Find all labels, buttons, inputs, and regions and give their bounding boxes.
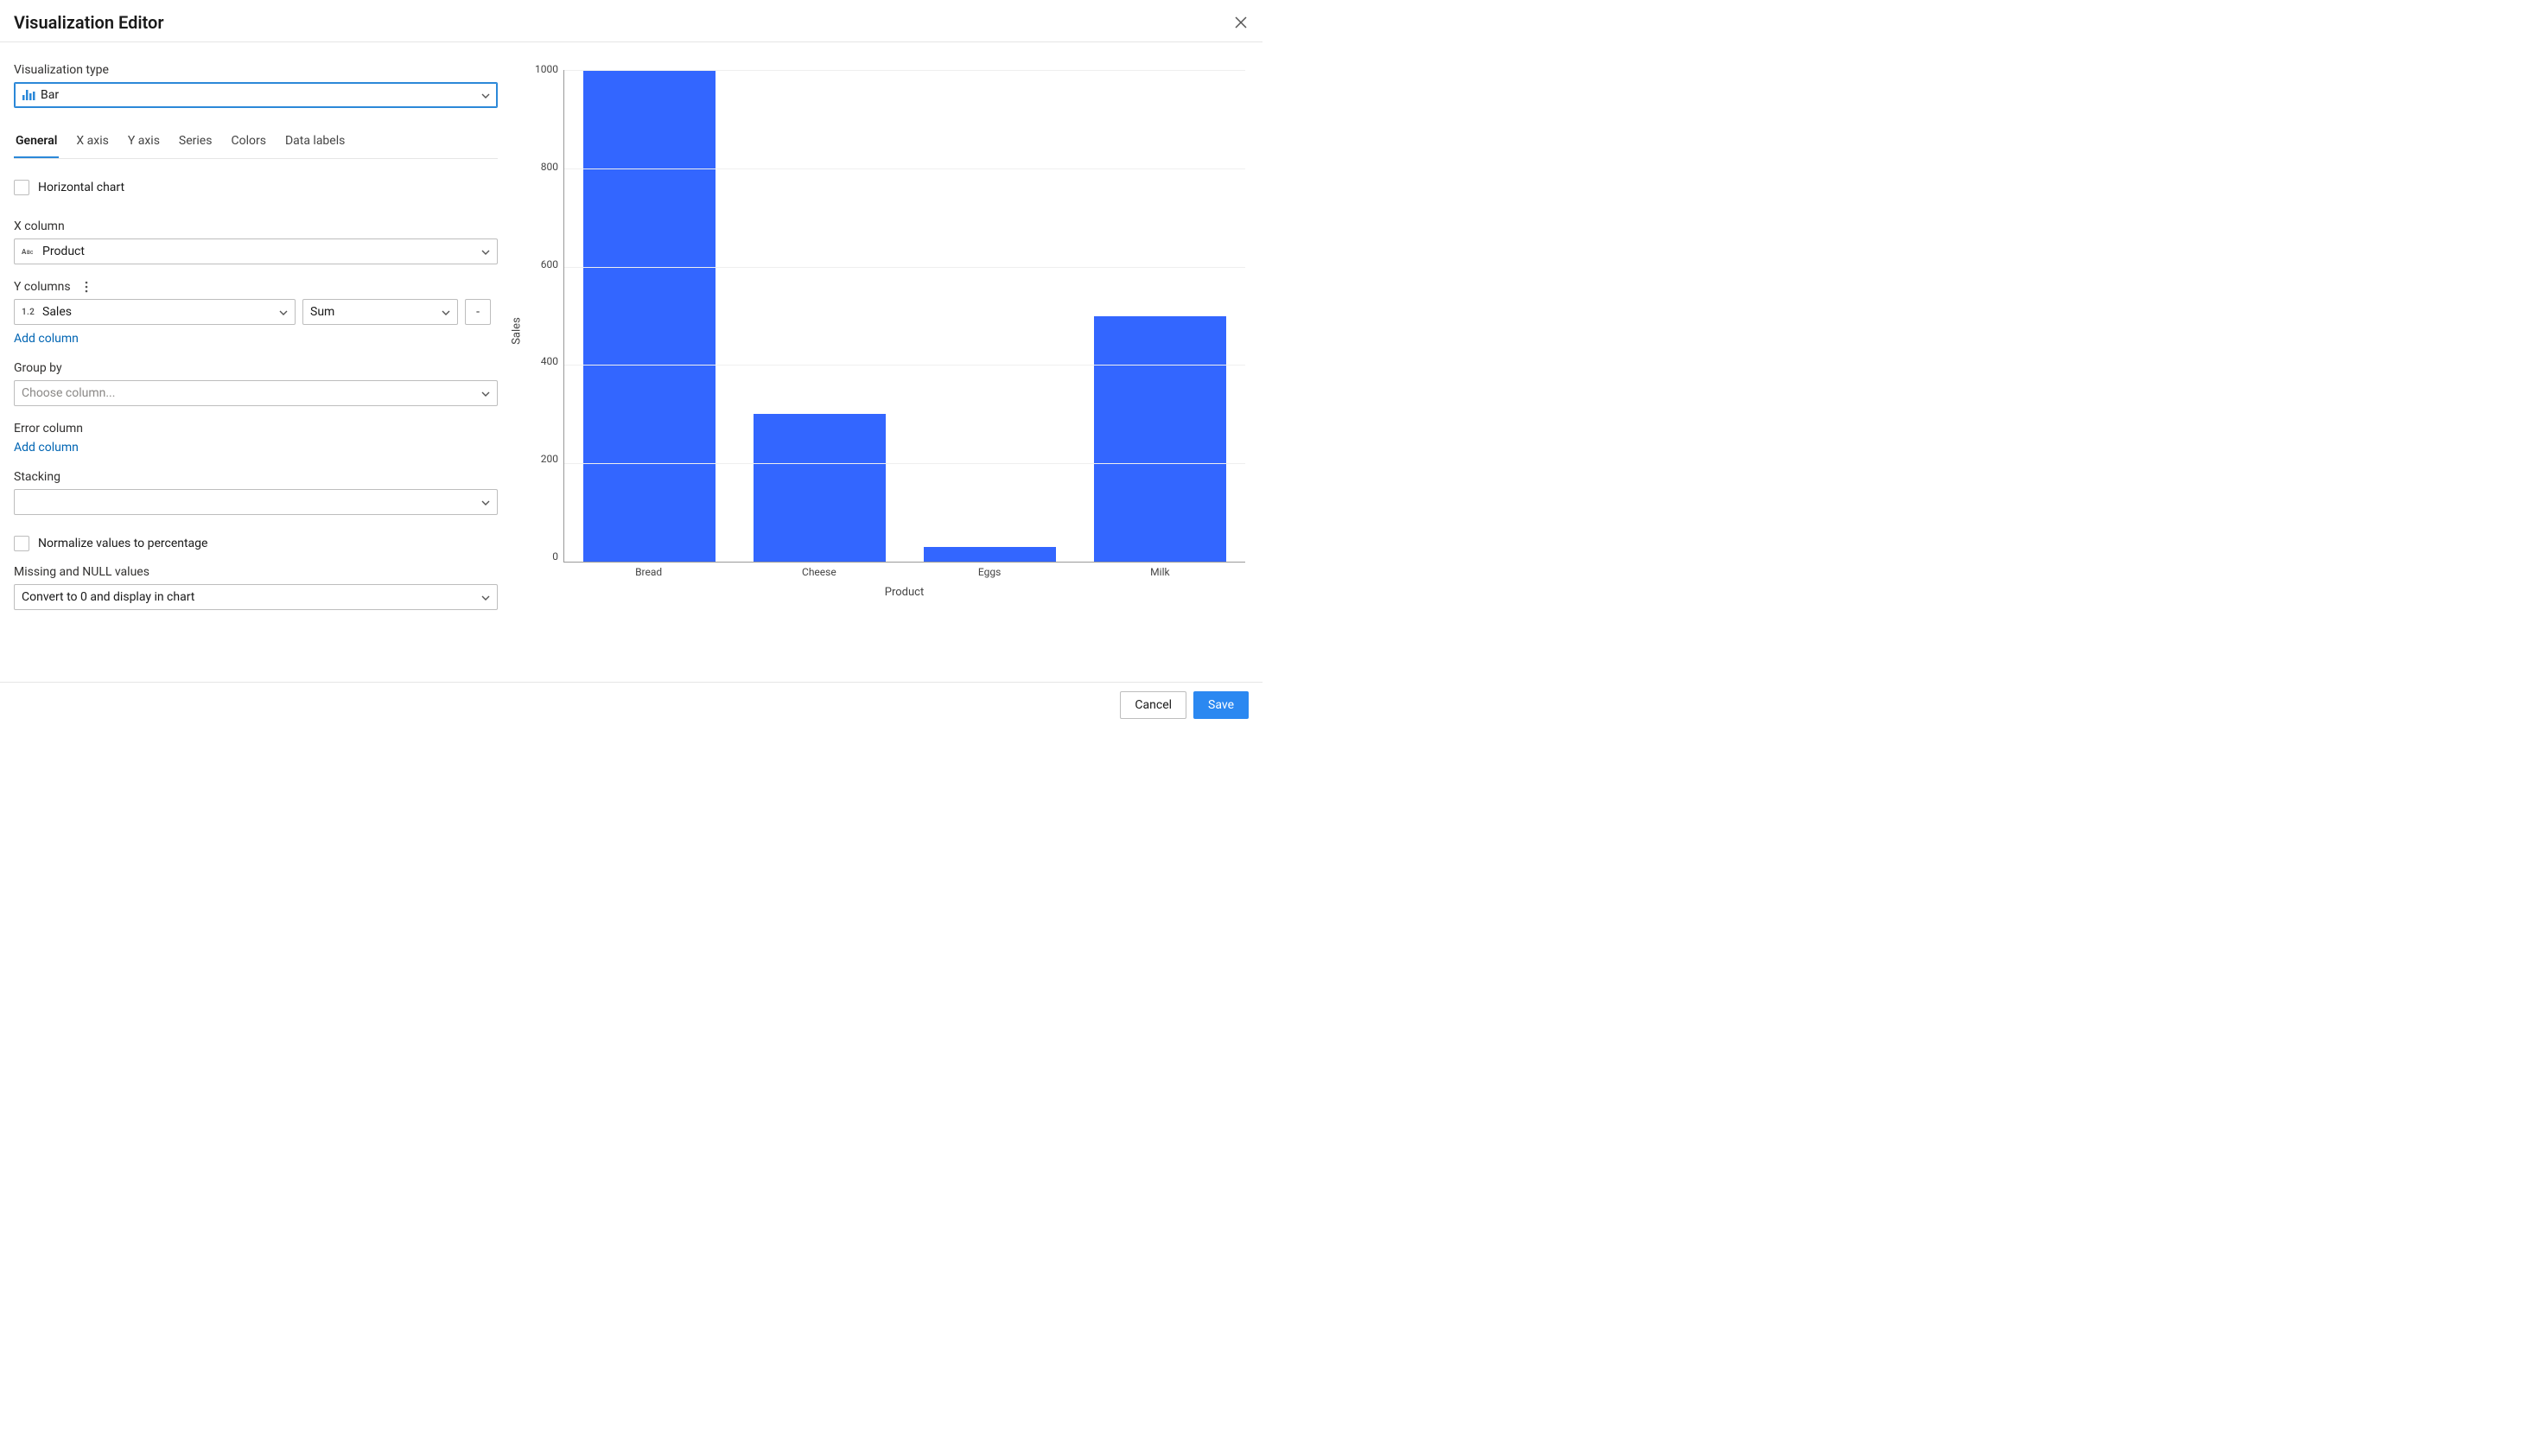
- chart-x-tick: Cheese: [734, 566, 904, 578]
- chevron-down-icon: [481, 590, 490, 604]
- chart-y-tick: 200: [541, 453, 558, 465]
- chevron-down-icon: [279, 305, 288, 319]
- chart-bar: [924, 547, 1057, 562]
- add-y-column-link[interactable]: Add column: [14, 332, 498, 346]
- viz-type-select[interactable]: Bar: [14, 82, 498, 108]
- chart-bar-slot: [735, 70, 905, 562]
- cancel-button[interactable]: Cancel: [1120, 691, 1186, 719]
- viz-type-label: Visualization type: [14, 63, 498, 77]
- x-column-select[interactable]: A B C Product: [14, 238, 498, 264]
- text-type-icon: A B C: [22, 245, 37, 258]
- remove-y-column-button[interactable]: -: [465, 299, 491, 325]
- checkbox-icon: [14, 536, 29, 551]
- viz-type-value: Bar: [41, 88, 59, 102]
- chart-x-tick: Eggs: [905, 566, 1075, 578]
- dialog-header: Visualization Editor: [0, 0, 1262, 42]
- chart-gridline: [564, 70, 1245, 71]
- chart-y-axis-label: Sales: [510, 317, 523, 345]
- chart-y-tick: 600: [541, 258, 558, 270]
- chart-y-tick: 400: [541, 355, 558, 367]
- chart-y-tick: 0: [552, 550, 558, 563]
- normalize-label: Normalize values to percentage: [38, 537, 207, 550]
- dialog-footer: Cancel Save: [0, 682, 1262, 728]
- dialog-title: Visualization Editor: [14, 12, 164, 33]
- chart-x-ticks: BreadCheeseEggsMilk: [563, 566, 1245, 578]
- x-column-value: Product: [42, 245, 85, 258]
- bar-chart: Sales 10008006004002000 BreadCheeseEggsM…: [518, 63, 1249, 599]
- number-type-icon: 1.2: [22, 308, 37, 317]
- tab-series[interactable]: Series: [177, 127, 214, 158]
- tab-y-axis[interactable]: Y axis: [126, 127, 162, 158]
- stacking-label: Stacking: [14, 470, 498, 484]
- chart-y-tick: 800: [541, 161, 558, 173]
- missing-values-value: Convert to 0 and display in chart: [22, 590, 194, 604]
- kebab-menu-icon[interactable]: [80, 280, 93, 294]
- tab-x-axis[interactable]: X axis: [74, 127, 110, 158]
- settings-tabs: General X axis Y axis Series Colors Data labe…: [14, 127, 498, 159]
- y-column-value: Sales: [42, 305, 72, 319]
- chart-bar-slot: [905, 70, 1075, 562]
- chart-bar: [754, 414, 887, 562]
- settings-panel: Visualization type Bar General X axis Y ax…: [14, 63, 498, 668]
- y-column-select[interactable]: 1.2 Sales: [14, 299, 296, 325]
- tab-colors[interactable]: Colors: [229, 127, 267, 158]
- checkbox-icon: [14, 180, 29, 195]
- chart-x-tick: Bread: [563, 566, 734, 578]
- chart-y-tick: 1000: [535, 63, 558, 75]
- chevron-down-icon: [481, 386, 490, 400]
- chevron-down-icon: [442, 305, 450, 319]
- chevron-down-icon: [481, 245, 490, 258]
- chart-bar: [583, 70, 716, 562]
- group-by-select[interactable]: Choose column...: [14, 380, 498, 406]
- group-by-placeholder: Choose column...: [22, 386, 115, 400]
- dialog-body: Visualization type Bar General X axis Y ax…: [0, 42, 1262, 682]
- chart-gridline: [564, 463, 1245, 464]
- horizontal-chart-label: Horizontal chart: [38, 181, 124, 194]
- y-agg-value: Sum: [310, 305, 334, 319]
- horizontal-chart-checkbox[interactable]: Horizontal chart: [14, 180, 498, 195]
- svg-text:C: C: [30, 251, 34, 256]
- add-error-column-link[interactable]: Add column: [14, 441, 498, 455]
- x-column-label: X column: [14, 219, 498, 233]
- chart-bar: [1094, 316, 1227, 563]
- missing-values-select[interactable]: Convert to 0 and display in chart: [14, 584, 498, 610]
- save-button[interactable]: Save: [1193, 691, 1249, 719]
- error-column-label: Error column: [14, 422, 498, 436]
- bar-chart-icon: [22, 90, 35, 100]
- chevron-down-icon: [481, 495, 490, 509]
- chart-preview-panel: Sales 10008006004002000 BreadCheeseEggsM…: [518, 63, 1249, 668]
- tab-data-labels[interactable]: Data labels: [283, 127, 347, 158]
- chevron-down-icon: [481, 88, 490, 102]
- chart-gridline: [564, 365, 1245, 366]
- chart-gridline: [564, 168, 1245, 169]
- chart-gridline: [564, 267, 1245, 268]
- chart-y-axis: 1000 800 600 400 200 0: [524, 63, 558, 563]
- chart-bar-slot: [1075, 70, 1245, 562]
- missing-values-label: Missing and NULL values: [14, 565, 498, 579]
- normalize-checkbox[interactable]: Normalize values to percentage: [14, 536, 498, 551]
- chart-bar-slot: [564, 70, 735, 562]
- y-aggregation-select[interactable]: Sum: [302, 299, 458, 325]
- stacking-select[interactable]: [14, 489, 498, 515]
- chart-x-tick: Milk: [1075, 566, 1245, 578]
- group-by-label: Group by: [14, 361, 498, 375]
- tab-general[interactable]: General: [14, 127, 59, 158]
- chart-x-axis-label: Product: [563, 586, 1245, 599]
- y-columns-label: Y columns: [14, 280, 71, 294]
- chart-plot-area: [563, 70, 1245, 563]
- close-icon[interactable]: [1233, 15, 1249, 30]
